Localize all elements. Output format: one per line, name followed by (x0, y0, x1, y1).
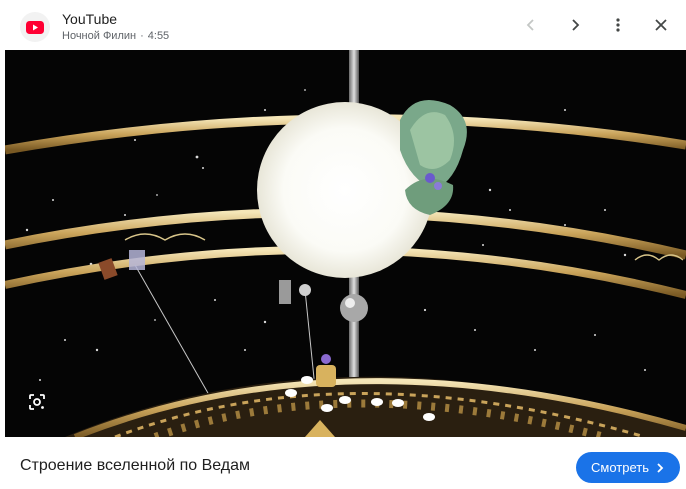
channel-name: Ночной Филин (62, 30, 137, 42)
chevron-left-icon (526, 19, 534, 31)
watch-button[interactable]: Смотреть (576, 452, 680, 483)
app-name: YouTube (62, 11, 118, 27)
video-meta: Ночной Филин · 4:55 (62, 30, 169, 42)
lens-search-icon (29, 394, 45, 410)
watch-button-label: Смотреть (591, 460, 649, 475)
video-preview-card: YouTube Ночной Филин · 4:55 Строение все… (0, 0, 686, 489)
meta-separator: · (140, 30, 144, 42)
close-icon (655, 19, 667, 31)
more-options-button[interactable] (605, 12, 631, 38)
close-button[interactable] (648, 12, 674, 38)
video-duration: 4:55 (147, 30, 170, 42)
cosmos-scene-image (5, 50, 686, 437)
lens-search-button[interactable] (25, 390, 49, 414)
chevron-right-icon (657, 462, 664, 473)
youtube-logo-icon (20, 12, 50, 42)
video-thumbnail[interactable] (5, 50, 686, 437)
card-footer: Строение вселенной по Ведам Смотреть (0, 437, 686, 489)
chevron-right-icon (572, 19, 580, 31)
video-title: Строение вселенной по Ведам (20, 457, 251, 474)
card-header: YouTube Ночной Филин · 4:55 (0, 0, 686, 50)
forward-button[interactable] (562, 12, 588, 38)
back-button[interactable] (518, 12, 544, 38)
more-vert-icon (616, 18, 620, 32)
